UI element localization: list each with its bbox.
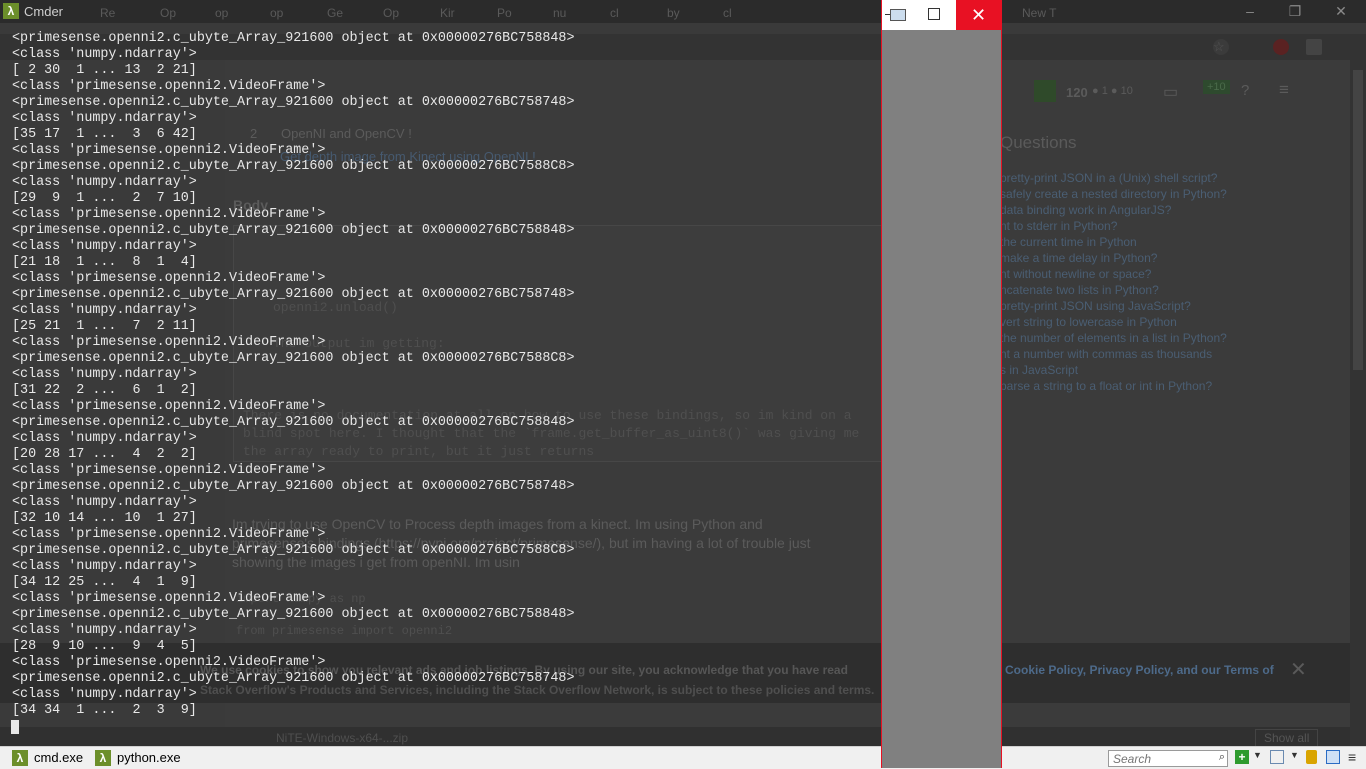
- console-line: <primesense.openni2.c_ubyte_Array_921600…: [12, 159, 575, 174]
- console-line: <class 'primesense.openni2.VideoFrame'>: [12, 79, 326, 94]
- console-line: <class 'numpy.ndarray'>: [12, 367, 197, 382]
- window-app-icon: [890, 9, 906, 21]
- console-output[interactable]: <primesense.openni2.c_ubyte_Array_921600…: [12, 31, 575, 719]
- console-line: [28 9 10 ... 9 4 5]: [12, 639, 197, 654]
- console-line: [ 2 30 1 ... 13 2 21]: [12, 63, 197, 78]
- search-input[interactable]: [1113, 751, 1208, 766]
- cmder-titlebar[interactable]: λ Cmder: [0, 0, 1366, 23]
- search-box[interactable]: ⌕: [1108, 750, 1228, 767]
- console-line: <class 'numpy.ndarray'>: [12, 111, 197, 126]
- dropdown-icon[interactable]: ▼: [1253, 750, 1267, 764]
- console-line: <class 'numpy.ndarray'>: [12, 175, 197, 190]
- console-line: [35 17 1 ... 3 6 42]: [12, 127, 197, 142]
- cmder-logo-icon: λ: [12, 750, 28, 766]
- console-line: <class 'numpy.ndarray'>: [12, 495, 197, 510]
- tab-label: python.exe: [117, 750, 181, 765]
- console-line: <class 'primesense.openni2.VideoFrame'>: [12, 591, 326, 606]
- console-line: <primesense.openni2.c_ubyte_Array_921600…: [12, 479, 575, 494]
- tab-cmd[interactable]: λ cmd.exe: [12, 749, 87, 767]
- console-line: <primesense.openni2.c_ubyte_Array_921600…: [12, 223, 575, 238]
- tab-label: cmd.exe: [34, 750, 84, 765]
- console-line: <primesense.openni2.c_ubyte_Array_921600…: [12, 95, 575, 110]
- console-line: [32 10 14 ... 10 1 27]: [12, 511, 197, 526]
- close-icon[interactable]: ✕: [956, 0, 1001, 30]
- console-line: [21 18 1 ... 8 1 4]: [12, 255, 197, 270]
- layout-icon[interactable]: [1326, 750, 1340, 764]
- console-line: <class 'numpy.ndarray'>: [12, 47, 197, 62]
- split-icon[interactable]: [1270, 750, 1284, 764]
- console-line: <primesense.openni2.c_ubyte_Array_921600…: [12, 607, 575, 622]
- console-line: <class 'primesense.openni2.VideoFrame'>: [12, 463, 326, 478]
- console-line: [34 12 25 ... 4 1 9]: [12, 575, 197, 590]
- window-title: Cmder: [24, 4, 64, 19]
- console-line: [31 22 2 ... 6 1 2]: [12, 383, 197, 398]
- console-line: <class 'numpy.ndarray'>: [12, 559, 197, 574]
- console-line: <class 'numpy.ndarray'>: [12, 431, 197, 446]
- console-line: [25 21 1 ... 7 2 11]: [12, 319, 197, 334]
- console-line: [34 34 1 ... 2 3 9]: [12, 703, 197, 718]
- maximize-icon[interactable]: [928, 8, 940, 20]
- cmder-logo-icon: λ: [95, 750, 111, 766]
- new-console-icon[interactable]: +: [1235, 750, 1249, 764]
- console-line: <primesense.openni2.c_ubyte_Array_921600…: [12, 287, 575, 302]
- console-line: <class 'primesense.openni2.VideoFrame'>: [12, 335, 326, 350]
- cmder-logo-icon: λ: [3, 3, 19, 19]
- console-cursor: [11, 720, 19, 734]
- console-line: <primesense.openni2.c_ubyte_Array_921600…: [12, 543, 575, 558]
- console-line: <primesense.openni2.c_ubyte_Array_921600…: [12, 351, 575, 366]
- console-line: <class 'primesense.openni2.VideoFrame'>: [12, 399, 326, 414]
- console-line: [29 9 1 ... 2 7 10]: [12, 191, 197, 206]
- console-line: <class 'numpy.ndarray'>: [12, 687, 197, 702]
- console-line: <class 'primesense.openni2.VideoFrame'>: [12, 207, 326, 222]
- menu-icon[interactable]: ≡: [1348, 750, 1362, 764]
- opencv-titlebar[interactable]: ✕: [882, 0, 1001, 30]
- console-line: <primesense.openni2.c_ubyte_Array_921600…: [12, 671, 575, 686]
- cmder-window: λ Cmder <primesense.openni2.c_ubyte_Arra…: [0, 0, 1366, 769]
- console-line: <class 'primesense.openni2.VideoFrame'>: [12, 527, 326, 542]
- console-line: <class 'numpy.ndarray'>: [12, 623, 197, 638]
- cmder-tab-bar: λ cmd.exe λ python.exe ⌕ + ▼ ▼ ≡: [0, 746, 1366, 769]
- tab-python[interactable]: λ python.exe: [95, 749, 185, 767]
- search-icon[interactable]: ⌕: [1219, 751, 1225, 764]
- console-line: <primesense.openni2.c_ubyte_Array_921600…: [12, 31, 575, 46]
- lock-icon[interactable]: [1306, 750, 1317, 764]
- console-line: <class 'primesense.openni2.VideoFrame'>: [12, 655, 326, 670]
- dropdown-icon[interactable]: ▼: [1290, 750, 1304, 764]
- opencv-image-window[interactable]: ✕: [881, 0, 1002, 768]
- console-line: [20 28 17 ... 4 2 2]: [12, 447, 197, 462]
- console-line: <primesense.openni2.c_ubyte_Array_921600…: [12, 415, 575, 430]
- console-line: <class 'primesense.openni2.VideoFrame'>: [12, 143, 326, 158]
- console-line: <class 'numpy.ndarray'>: [12, 239, 197, 254]
- console-line: <class 'primesense.openni2.VideoFrame'>: [12, 271, 326, 286]
- console-line: <class 'numpy.ndarray'>: [12, 303, 197, 318]
